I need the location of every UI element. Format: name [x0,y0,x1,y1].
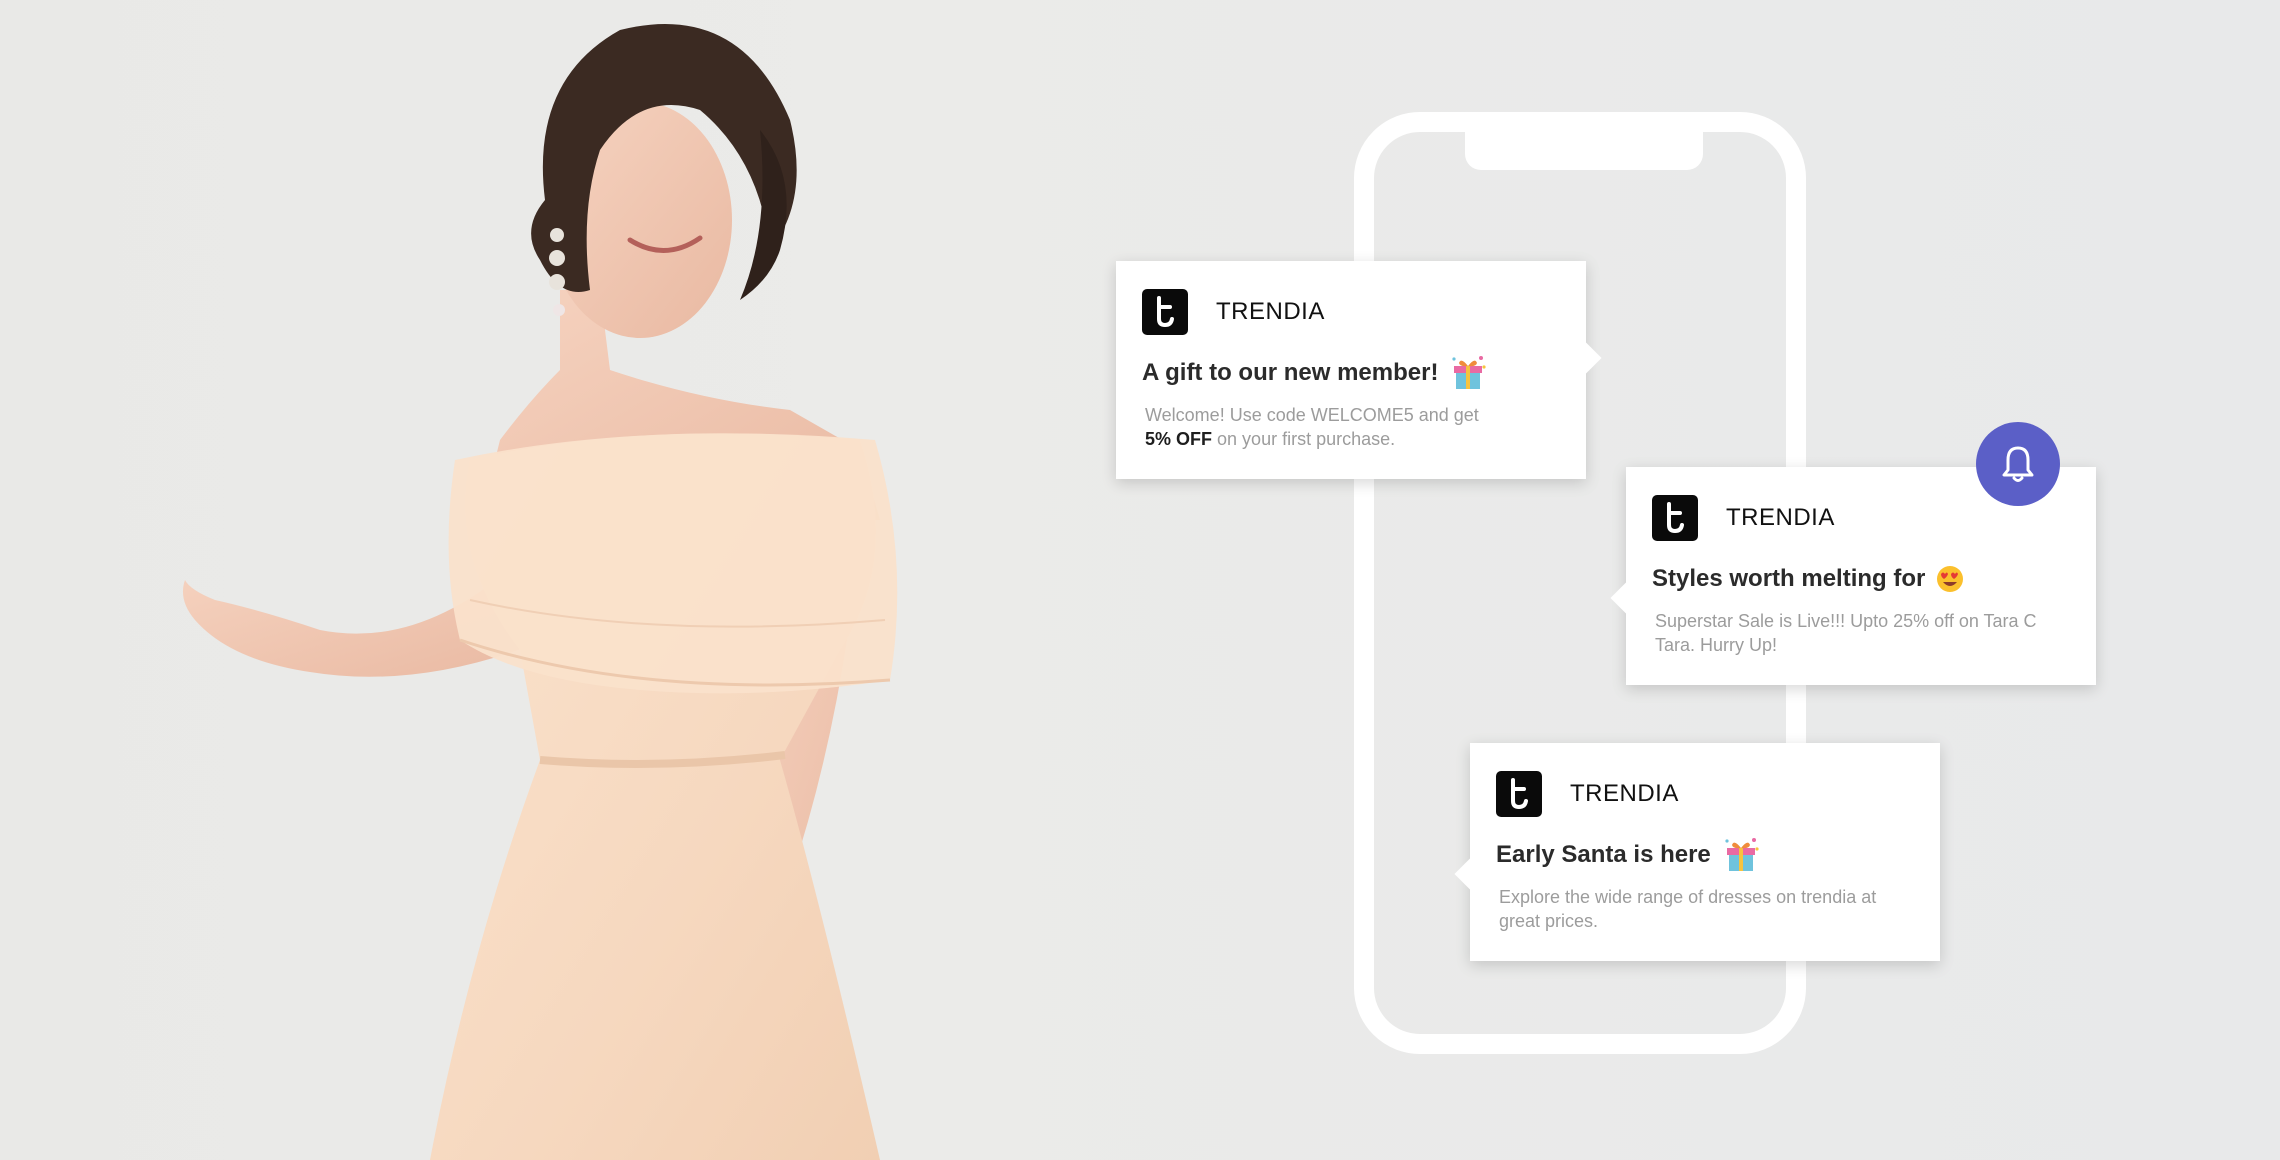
heart-eyes-emoji-icon [1935,564,1965,594]
notification-header: TRENDIA [1142,289,1560,335]
notification-title: Early Santa is here [1496,835,1914,875]
trendia-logo [1652,495,1698,541]
model-illustration [182,24,898,1160]
notification-header: TRENDIA [1496,771,1914,817]
notification-title-text: Styles worth melting for [1652,565,1926,592]
notification-title: A gift to our new member! [1142,353,1560,393]
notification-card-santa[interactable]: TRENDIA Early Santa is here Explore the … [1470,743,1940,961]
app-name: TRENDIA [1726,504,1835,531]
body-lead: Welcome! Use code WELCOME5 and get [1145,405,1479,425]
notification-card-gift[interactable]: TRENDIA A gift to our new member! Welcom… [1116,261,1586,479]
notification-title-text: A gift to our new member! [1142,359,1439,386]
gift-icon [1448,353,1488,393]
body-tail: on your first purchase. [1217,429,1396,449]
gift-icon [1721,835,1761,875]
notification-body: Superstar Sale is Live!!! Upto 25% off o… [1655,611,2037,655]
discount-highlight: 5% OFF [1145,429,1213,449]
app-name: TRENDIA [1570,780,1679,807]
app-name: TRENDIA [1216,298,1325,325]
trendia-logo [1142,289,1188,335]
notification-title-text: Early Santa is here [1496,841,1711,868]
notification-body: Explore the wide range of dresses on tre… [1499,887,1877,931]
notification-bell-badge[interactable] [1976,422,2060,506]
bell-icon [2002,446,2034,482]
promo-canvas: TRENDIA A gift to our new member! Welcom… [0,0,2280,1160]
notification-title: Styles worth melting for [1652,559,2070,599]
phone-notch [1465,130,1703,170]
notification-body: Welcome! Use code WELCOME5 and get 5% OF… [1145,403,1545,451]
trendia-logo [1496,771,1542,817]
